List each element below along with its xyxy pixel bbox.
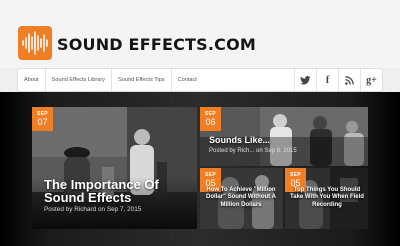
nav-item-sound-effects-tips[interactable]: Sound Effects Tips (112, 69, 172, 91)
post-title-million-dollar-sound[interactable]: How To Achieve "Million Dollar" Sound Wi… (204, 187, 278, 209)
post-date-badge: SEP 06 (200, 107, 221, 131)
post-tile-million-dollar-sound[interactable]: SEP 05 How To Achieve "Million Dollar" S… (200, 168, 283, 229)
google-plus-glyph: g+ (366, 74, 377, 86)
post-date-day: 06 (205, 117, 216, 127)
featured-post-tile[interactable]: SEP 07 The Importance Of Sound Effects P… (32, 107, 197, 229)
facebook-icon[interactable]: f (316, 69, 338, 91)
post-tile-sounds-like[interactable]: SEP 06 Sounds Like... Posted by Rich... … (200, 107, 368, 166)
twitter-icon[interactable] (294, 69, 316, 91)
nav-item-about[interactable]: About (18, 69, 46, 91)
post-tile-field-recording[interactable]: SEP 05 Top Things You Should Take With Y… (285, 168, 368, 229)
nav-item-contact[interactable]: Contact (172, 69, 203, 91)
post-date-day: 07 (37, 117, 48, 127)
facebook-glyph: f (325, 74, 330, 86)
nav-item-sound-effects-library[interactable]: Sound Effects Library (46, 69, 113, 91)
post-date-badge: SEP 07 (32, 107, 53, 131)
featured-post-title[interactable]: The Importance Of Sound Effects (44, 178, 194, 204)
site-header: SOUND EFFECTS.COM (0, 0, 400, 68)
featured-band: SEP 07 The Importance Of Sound Effects P… (0, 92, 400, 246)
post-title-sounds-like[interactable]: Sounds Like... (209, 135, 270, 145)
main-nav: About Sound Effects Library Sound Effect… (17, 68, 383, 92)
post-byline-sounds-like: Posted by Rich... on Sep 6, 2015 (209, 148, 297, 154)
logo-waveform-icon[interactable] (18, 26, 52, 60)
google-plus-icon[interactable]: g+ (360, 69, 382, 91)
featured-post-byline: Posted by Richard on Sep 7, 2015 (44, 206, 142, 213)
brand-title[interactable]: SOUND EFFECTS.COM (57, 35, 256, 54)
post-title-field-recording[interactable]: Top Things You Should Take With You When… (290, 187, 364, 209)
rss-icon[interactable] (338, 69, 360, 91)
